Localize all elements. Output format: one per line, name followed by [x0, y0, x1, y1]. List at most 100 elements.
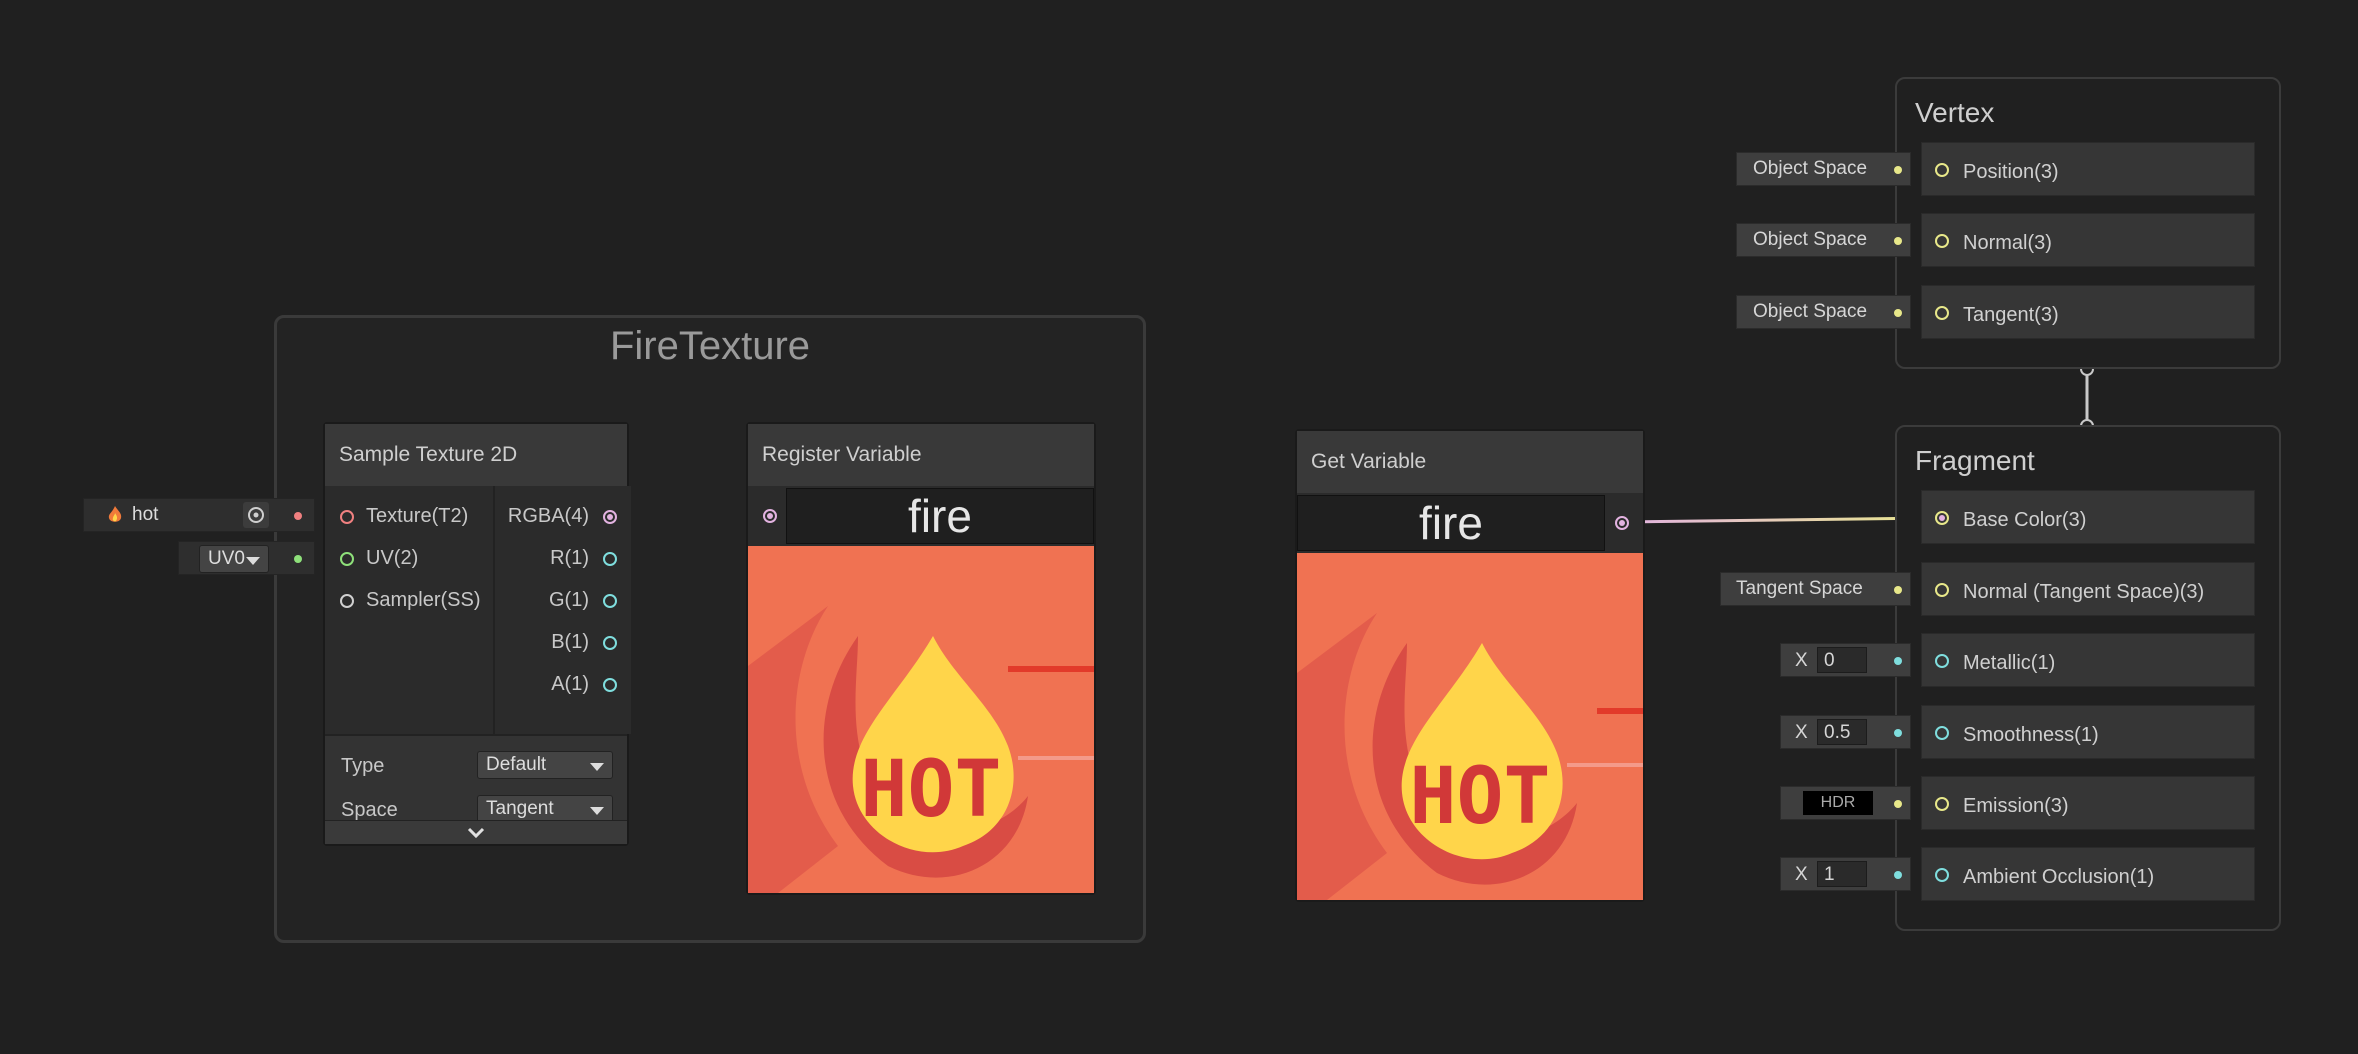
fragment-normal-port[interactable] [1935, 583, 1949, 597]
fragment-smoothness-inlet[interactable]: X 0.5 [1780, 715, 1911, 749]
metallic-inlet-dot [1894, 657, 1902, 665]
port-uv-label: UV(2) [366, 547, 419, 569]
emission-inlet-dot [1894, 800, 1902, 808]
caret-down-icon [246, 557, 260, 565]
vertex-title: Vertex [1915, 97, 1995, 128]
flame-icon [106, 505, 124, 525]
port-rgba[interactable] [603, 510, 617, 524]
fragment-slot-smoothness[interactable]: Smoothness(1) [1921, 705, 2255, 759]
fragment-slot-metallic[interactable]: Metallic(1) [1921, 633, 2255, 687]
vertex-tangent-port[interactable] [1935, 306, 1949, 320]
fragment-slot-base-color[interactable]: Base Color(3) [1921, 490, 2255, 544]
fragment-ao-port[interactable] [1935, 868, 1949, 882]
vertex-position-port[interactable] [1935, 163, 1949, 177]
fragment-metallic-inlet[interactable]: X 0 [1780, 643, 1911, 677]
port-g[interactable] [603, 594, 617, 608]
node-title[interactable]: Sample Texture 2D [325, 424, 627, 486]
vertex-normal-inlet-dot [1894, 237, 1902, 245]
texture-inlet-label: hot [132, 504, 159, 525]
fragment-base-color-label: Base Color(3) [1963, 509, 2087, 531]
get-variable-name-field[interactable]: fire [1297, 495, 1605, 551]
port-texture[interactable] [340, 510, 354, 524]
uv-inlet-dot [294, 555, 302, 563]
fragment-normal-label: Normal (Tangent Space)(3) [1963, 581, 2205, 603]
port-b-label: B(1) [551, 631, 589, 653]
vertex-normal-inlet[interactable]: Object Space [1736, 223, 1911, 257]
emission-hdr-swatch[interactable]: HDR [1803, 791, 1873, 815]
fragment-metallic-port[interactable] [1935, 654, 1949, 668]
fragment-emission-label: Emission(3) [1963, 795, 2069, 817]
texture-inlet-dot [294, 512, 302, 520]
ao-inlet-dot [1894, 871, 1902, 879]
register-preview: HOT [748, 546, 1094, 893]
vertex-tangent-inlet[interactable]: Object Space [1736, 295, 1911, 329]
port-r[interactable] [603, 552, 617, 566]
node-title[interactable]: Get Variable [1297, 431, 1643, 493]
fragment-metallic-label: Metallic(1) [1963, 652, 2056, 674]
smoothness-inlet-dot [1894, 729, 1902, 737]
vertex-slot-position[interactable]: Position(3) [1921, 142, 2255, 196]
preview-hot-text: HOT [861, 745, 1002, 835]
expand-preview-button[interactable] [325, 820, 627, 844]
ao-value-field[interactable]: 1 [1817, 861, 1867, 887]
fragment-slot-ambient-occlusion[interactable]: Ambient Occlusion(1) [1921, 847, 2255, 901]
fragment-emission-port[interactable] [1935, 797, 1949, 811]
node-inputs: Texture(T2) UV(2) Sampler(SS) [325, 486, 493, 734]
vertex-position-inlet[interactable]: Object Space [1736, 152, 1911, 186]
caret-down-icon [590, 763, 604, 771]
sample-texture-2d-node[interactable]: Sample Texture 2D Texture(T2) UV(2) Samp… [323, 422, 631, 846]
group-title[interactable]: FireTexture [277, 324, 1143, 369]
space-dropdown[interactable]: Tangent [477, 795, 613, 823]
vertex-slot-tangent[interactable]: Tangent(3) [1921, 285, 2255, 339]
fragment-normal-inlet-label: Tangent Space [1736, 578, 1863, 599]
port-uv[interactable] [340, 552, 354, 566]
port-r-label: R(1) [550, 547, 589, 569]
vertex-normal-label: Normal(3) [1963, 232, 2052, 254]
vertex-tangent-inlet-label: Object Space [1753, 301, 1868, 322]
texture-inlet[interactable]: hot [83, 498, 315, 532]
smoothness-value-field[interactable]: 0.5 [1817, 719, 1867, 745]
register-input-port[interactable] [763, 509, 777, 523]
node-outputs: RGBA(4) R(1) G(1) B(1) A(1) [493, 486, 631, 734]
get-preview: HOT [1297, 553, 1643, 900]
fragment-normal-inlet-dot [1894, 586, 1902, 594]
port-a[interactable] [603, 678, 617, 692]
uv-inlet[interactable]: UV0 [178, 541, 315, 575]
register-input-row: fire [748, 486, 1094, 546]
target-icon[interactable] [243, 502, 269, 528]
vertex-tangent-inlet-dot [1894, 309, 1902, 317]
port-texture-label: Texture(T2) [366, 505, 469, 527]
register-variable-name-field[interactable]: fire [786, 488, 1094, 544]
fragment-slot-emission[interactable]: Emission(3) [1921, 776, 2255, 830]
vertex-normal-inlet-label: Object Space [1753, 229, 1868, 250]
fragment-slot-normal[interactable]: Normal (Tangent Space)(3) [1921, 562, 2255, 616]
caret-down-icon [590, 807, 604, 815]
port-rgba-label: RGBA(4) [507, 505, 589, 527]
get-output-row: fire [1297, 493, 1643, 553]
type-label: Type [341, 755, 385, 777]
fragment-emission-inlet[interactable]: HDR [1780, 786, 1911, 820]
fragment-normal-inlet[interactable]: Tangent Space [1720, 572, 1911, 606]
port-a-label: A(1) [551, 673, 589, 695]
smoothness-axis-label: X [1795, 722, 1808, 743]
fire-hot-image: HOT [1297, 553, 1643, 900]
node-settings: Type Default Space Tangent [325, 734, 627, 826]
fragment-ao-inlet[interactable]: X 1 [1780, 857, 1911, 891]
type-dropdown[interactable]: Default [477, 751, 613, 779]
node-title[interactable]: Register Variable [748, 424, 1094, 486]
port-sampler[interactable] [340, 594, 354, 608]
fragment-ao-label: Ambient Occlusion(1) [1963, 866, 2155, 888]
vertex-position-inlet-label: Object Space [1753, 158, 1868, 179]
metallic-value-field[interactable]: 0 [1817, 647, 1867, 673]
register-variable-node[interactable]: Register Variable fire HOT [746, 422, 1096, 895]
chevron-down-icon [467, 827, 485, 839]
vertex-slot-normal[interactable]: Normal(3) [1921, 213, 2255, 267]
get-variable-node[interactable]: Get Variable fire HOT [1295, 429, 1645, 902]
fragment-base-color-port[interactable] [1935, 511, 1949, 525]
port-b[interactable] [603, 636, 617, 650]
vertex-normal-port[interactable] [1935, 234, 1949, 248]
fragment-smoothness-port[interactable] [1935, 726, 1949, 740]
uv-dropdown[interactable]: UV0 [199, 545, 269, 573]
get-output-port[interactable] [1615, 516, 1629, 530]
preview-hot-text: HOT [1410, 752, 1551, 842]
